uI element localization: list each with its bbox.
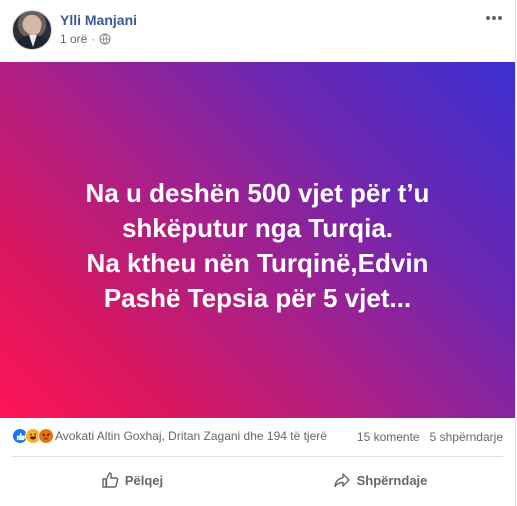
share-button[interactable]: Shpërndaje (260, 462, 500, 498)
thumbs-up-icon (101, 471, 119, 489)
post-text-background[interactable]: Na u deshën 500 vjet për t’u shkëputur n… (0, 62, 515, 418)
like-button[interactable]: Pëlqej (12, 462, 252, 498)
globe-icon[interactable] (99, 33, 112, 45)
engagement-counts: 15 komente 5 shpërndarje (357, 430, 503, 444)
reactions-summary[interactable]: Avokati Altin Goxhaj, Dritan Zagani dhe … (12, 428, 327, 444)
avatar-head (25, 17, 41, 35)
shares-count[interactable]: 5 shpërndarje (430, 430, 503, 444)
post-text-line: Pashë Tepsia për 5 vjet... (103, 283, 412, 313)
avatar[interactable] (12, 10, 52, 50)
post-card: Ylli Manjani 1 orë · Na u deshën 500 vje… (0, 0, 516, 506)
post-text-line: Na u deshën 500 vjet për t’u (85, 178, 430, 208)
angry-react-icon (38, 428, 54, 444)
post-meta: 1 orë · (60, 32, 112, 46)
more-horizontal-icon[interactable] (485, 8, 503, 26)
like-label: Pëlqej (124, 472, 164, 488)
reaction-icons (12, 428, 54, 444)
post-text-line: shkëputur nga Turqia. (121, 213, 394, 243)
divider (12, 456, 503, 457)
post-text-line: Na ktheu nën Turqinë,Edvin (86, 248, 429, 278)
author-name[interactable]: Ylli Manjani (60, 12, 137, 28)
comments-count[interactable]: 15 komente (357, 430, 420, 444)
post-text: Na u deshën 500 vjet për t’u shkëputur n… (38, 176, 478, 316)
post-time[interactable]: 1 orë (60, 32, 87, 46)
share-label: Shpërndaje (356, 472, 428, 488)
share-arrow-icon (333, 471, 351, 489)
meta-separator: · (91, 32, 96, 46)
reactions-names[interactable]: Avokati Altin Goxhaj, Dritan Zagani dhe … (55, 429, 327, 443)
